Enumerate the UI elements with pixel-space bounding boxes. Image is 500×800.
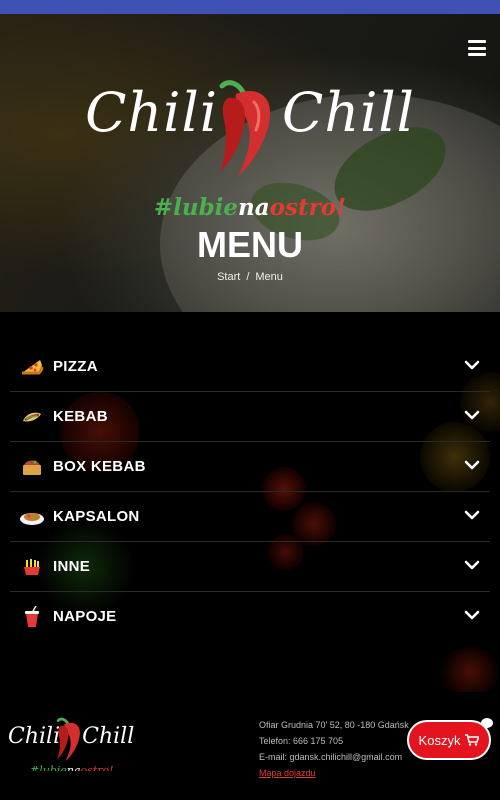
tagline-part: ostro! bbox=[269, 194, 347, 221]
kebab-icon bbox=[19, 404, 45, 430]
footer-email: E-mail: gdansk.chilichill@gmail.com bbox=[259, 752, 403, 762]
breadcrumb: Start / Menu bbox=[0, 271, 500, 283]
tagline-part: #lubie bbox=[153, 194, 239, 221]
footer: Chili Chill #lubienaostro! Ofiar Grudnia … bbox=[0, 692, 500, 800]
hero-banner: Chili Chill #lubienaostro! MENU Start / Men… bbox=[0, 14, 500, 312]
hamburger-icon[interactable] bbox=[468, 40, 486, 56]
chevron-down-icon[interactable] bbox=[464, 459, 480, 471]
tagline: #lubienaostro! bbox=[0, 194, 500, 221]
footer-tagline-part: na bbox=[66, 764, 81, 771]
tagline-part: na bbox=[238, 194, 270, 221]
footer-address: Ofiar Grudnia 70' 52, 80 -180 Gdańsk bbox=[259, 720, 409, 730]
chili-pepper-icon bbox=[219, 80, 271, 176]
footer-map-link[interactable]: Mapa dojazdu bbox=[259, 765, 409, 781]
category-pizza[interactable]: PIZZA bbox=[10, 342, 490, 392]
cart-button[interactable]: Koszyk bbox=[407, 718, 493, 760]
background-tomato bbox=[440, 647, 500, 692]
logo-text-right: Chill bbox=[282, 81, 415, 144]
cart-label: Koszyk bbox=[418, 732, 461, 748]
category-box-kebab[interactable]: BOX KEBAB bbox=[10, 442, 490, 492]
category-list: PIZZA KEBAB BOX KEBAB KAPSALON INNE NAPO… bbox=[10, 342, 490, 641]
chevron-down-icon[interactable] bbox=[464, 609, 480, 621]
category-label: PIZZA bbox=[53, 358, 98, 375]
chili-pepper-icon bbox=[56, 717, 80, 762]
footer-contact: Ofiar Grudnia 70' 52, 80 -180 Gdańsk Tel… bbox=[259, 717, 409, 781]
footer-tagline-part: ostro! bbox=[80, 764, 114, 771]
status-bar bbox=[0, 0, 500, 14]
menu-categories-section: PIZZA KEBAB BOX KEBAB KAPSALON INNE NAPO… bbox=[0, 312, 500, 692]
category-kebab[interactable]: KEBAB bbox=[10, 392, 490, 442]
footer-logo-text-left: Chili bbox=[8, 724, 61, 749]
category-label: NAPOJE bbox=[53, 608, 117, 625]
footer-logo-text-right: Chill bbox=[82, 724, 135, 749]
page-title: MENU bbox=[197, 224, 303, 265]
breadcrumb-current: Menu bbox=[255, 271, 283, 283]
cart-icon bbox=[465, 734, 480, 746]
logo-text-left: Chili bbox=[85, 81, 218, 144]
box-kebab-icon bbox=[19, 454, 45, 480]
kapsalon-icon bbox=[19, 504, 45, 530]
category-label: INNE bbox=[53, 558, 91, 575]
category-label: KEBAB bbox=[53, 408, 108, 425]
drink-icon bbox=[19, 604, 45, 630]
chevron-down-icon[interactable] bbox=[464, 559, 480, 571]
fries-icon bbox=[19, 554, 45, 580]
breadcrumb-home-link[interactable]: Start bbox=[217, 271, 240, 283]
footer-tagline: #lubienaostro! bbox=[30, 763, 114, 771]
category-inne[interactable]: INNE bbox=[10, 542, 490, 592]
chevron-down-icon[interactable] bbox=[464, 359, 480, 371]
category-label: BOX KEBAB bbox=[53, 458, 146, 475]
category-kapsalon[interactable]: KAPSALON bbox=[10, 492, 490, 542]
footer-phone: Telefon: 666 175 705 bbox=[259, 736, 344, 746]
pizza-icon bbox=[19, 354, 45, 380]
category-napoje[interactable]: NAPOJE bbox=[10, 592, 490, 641]
breadcrumb-separator: / bbox=[246, 271, 250, 283]
chevron-down-icon[interactable] bbox=[464, 509, 480, 521]
chevron-down-icon[interactable] bbox=[464, 409, 480, 421]
cart-badge bbox=[481, 718, 493, 728]
footer-tagline-part: #lubie bbox=[30, 764, 67, 771]
category-label: KAPSALON bbox=[53, 508, 140, 525]
